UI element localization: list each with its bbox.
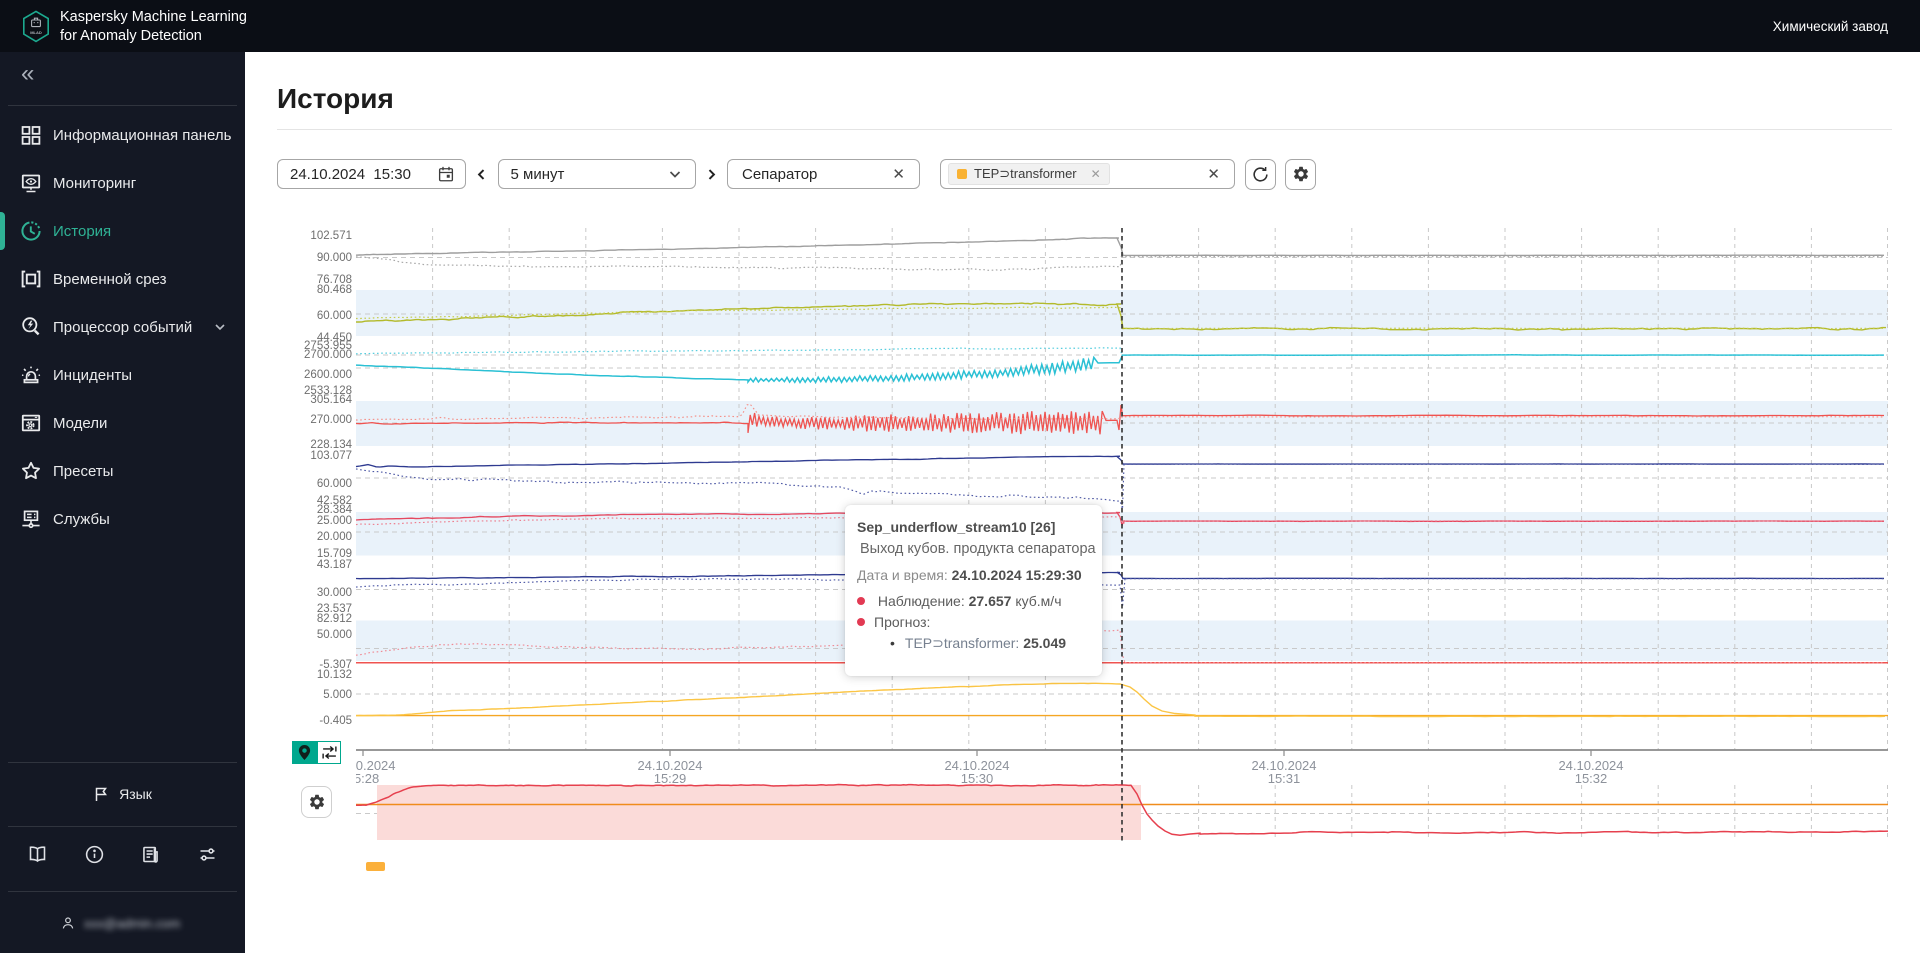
svg-text:MLAD: MLAD <box>30 30 42 35</box>
